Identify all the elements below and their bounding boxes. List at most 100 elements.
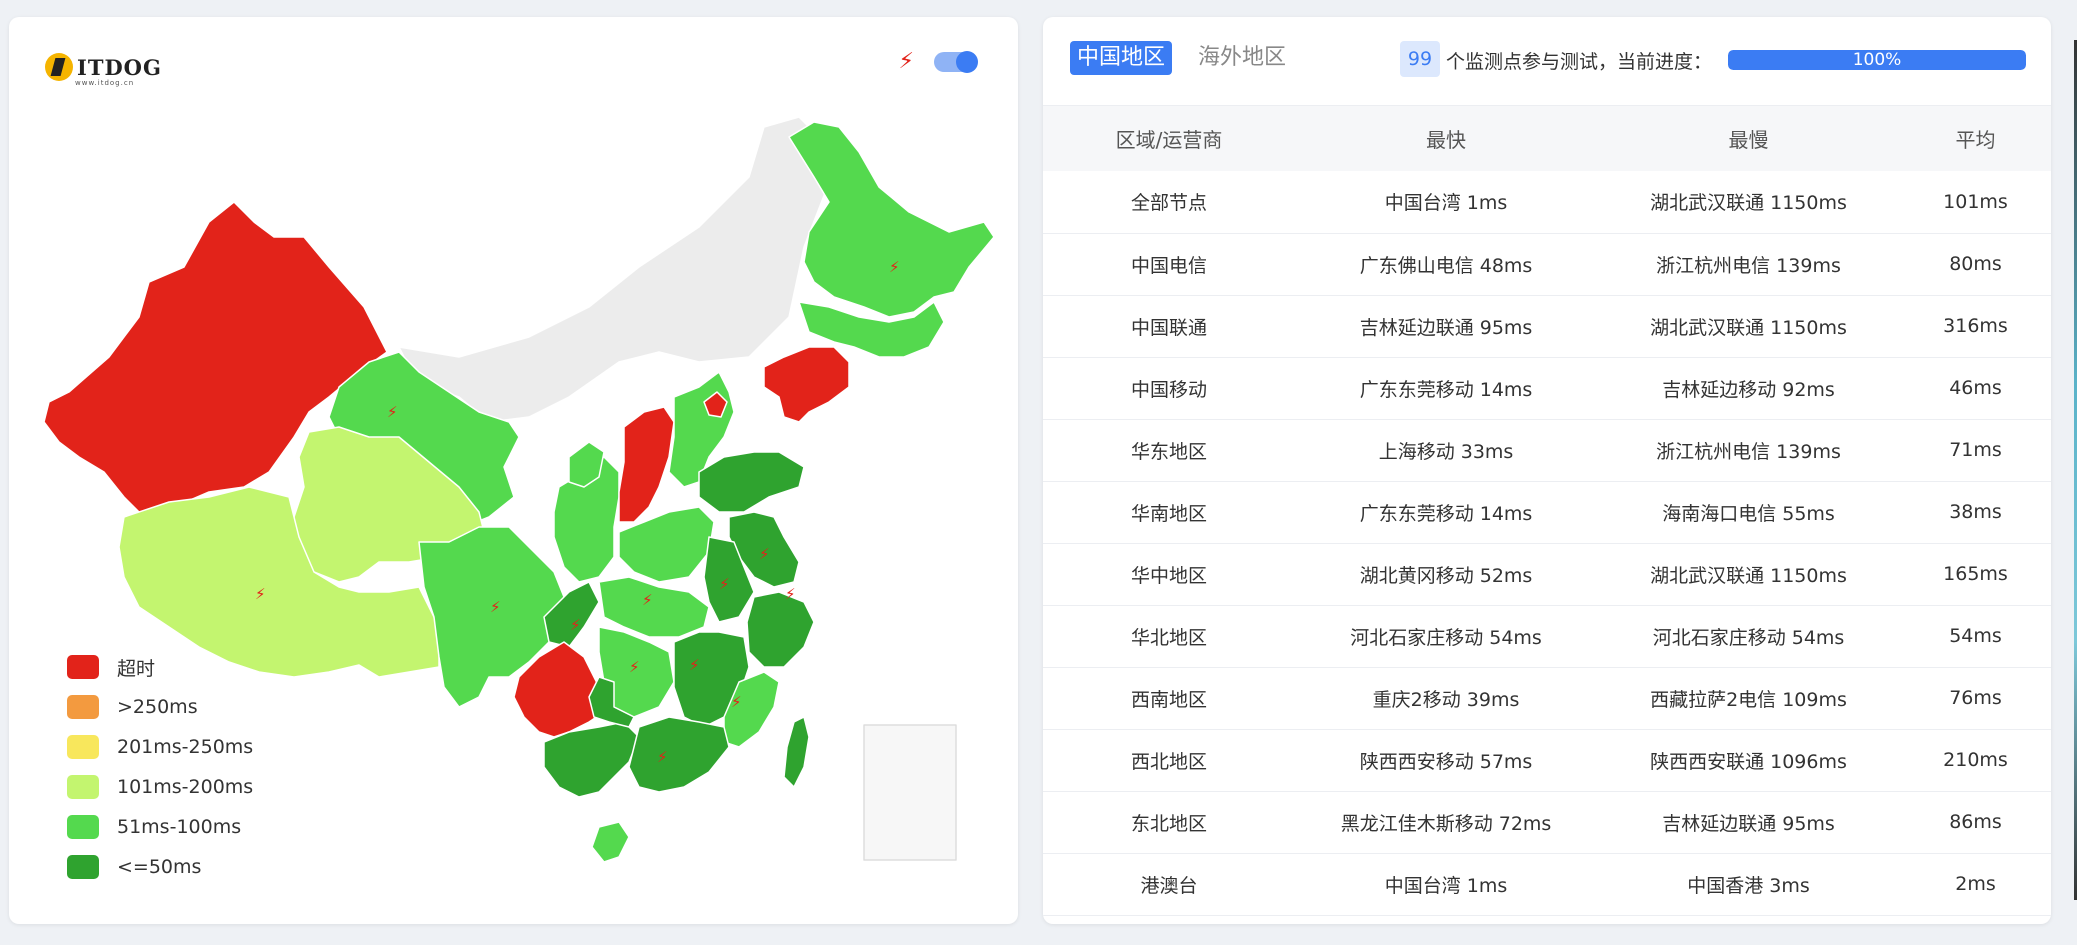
table-row: 华东地区 上海移动 33ms 浙江杭州电信 139ms 71ms [1043,419,2051,481]
node-marker-icon[interactable]: ⚡ [689,656,700,674]
cell-slowest: 河北石家庄移动 54ms [1652,626,1845,649]
node-marker-icon[interactable]: ⚡ [889,258,900,276]
legend-label: 201ms-250ms [117,736,254,758]
cell-region: 华东地区 [1130,440,1207,463]
legend-swatch [67,775,99,799]
cell-fastest: 中国台湾 1ms [1384,192,1508,215]
legend-label: 51ms-100ms [117,816,242,838]
cell-fastest: 中国台湾 1ms [1384,874,1508,897]
results-toolbar: 中国地区 海外地区 99 个监测点参与测试，当前进度： 100% [1043,17,2051,106]
legend-item[interactable]: <=50ms [67,847,253,887]
cell-average: 46ms [1949,377,2002,399]
cell-region: 港澳台 [1140,874,1198,897]
legend-swatch [67,735,99,759]
cell-region: 中国电信 [1130,254,1207,277]
cell-average: 165ms [1943,563,2008,585]
cell-slowest: 中国香港 3ms [1687,874,1810,897]
legend-label: >250ms [117,696,198,718]
region-taiwan[interactable] [783,716,810,788]
cell-region: 华中地区 [1130,564,1207,587]
legend-item[interactable]: 201ms-250ms [67,727,253,767]
legend-label: 101ms-200ms [117,776,254,798]
table-row: 中国电信 广东佛山电信 48ms 浙江杭州电信 139ms 80ms [1043,233,2051,295]
node-marker-icon[interactable]: ⚡ [387,403,398,421]
cell-fastest: 湖北黄冈移动 52ms [1359,564,1533,587]
region-guangdong[interactable] [628,716,730,793]
node-marker-icon[interactable]: ⚡ [570,616,581,634]
region-shanxi[interactable] [618,406,675,523]
legend-swatch [67,855,99,879]
monitor-count-badge: 99 [1400,41,1440,77]
node-marker-icon[interactable]: ⚡ [657,748,668,766]
cell-slowest: 湖北武汉联通 1150ms [1650,192,1847,215]
node-marker-icon[interactable]: ⚡ [759,545,770,563]
results-panel: 中国地区 海外地区 99 个监测点参与测试，当前进度： 100% 区域/运营商 … [1043,17,2051,924]
cell-average: 38ms [1949,501,2002,523]
cell-average: 76ms [1949,687,2002,709]
cell-slowest: 浙江杭州电信 139ms [1656,254,1841,277]
cell-average: 101ms [1943,190,2008,213]
node-marker-icon[interactable]: ⚡ [642,591,653,609]
cell-average: 54ms [1949,625,2002,647]
region-heilongjiang[interactable] [788,121,995,318]
cell-slowest: 吉林延边移动 92ms [1662,378,1835,401]
cell-fastest: 吉林延边联通 95ms [1359,316,1533,339]
tab-overseas-region[interactable]: 海外地区 [1191,41,1293,75]
cell-fastest: 上海移动 33ms [1378,440,1514,463]
cell-slowest: 海南海口电信 55ms [1662,502,1835,525]
cell-fastest: 广东东莞移动 14ms [1359,378,1533,401]
table-row: 港澳台 中国台湾 1ms 中国香港 3ms 2ms [1043,853,2051,915]
table-row: 西北地区 陕西西安移动 57ms 陕西西安联通 1096ms 210ms [1043,729,2051,791]
cell-average: 210ms [1943,749,2008,771]
table-row: 全部节点 中国台湾 1ms 湖北武汉联通 1150ms 101ms [1043,171,2051,233]
latency-legend: 超时 >250ms 201ms-250ms 101ms-200ms 51ms-100ms… [67,647,253,887]
cell-average: 71ms [1949,439,2002,461]
header-average: 平均 [1955,128,1996,152]
cell-region: 西南地区 [1130,688,1207,711]
cell-region: 东北地区 [1130,812,1207,835]
table-header-row: 区域/运营商 最快 最慢 平均 [1043,106,2051,171]
progress-fill: 100% [1728,50,2026,70]
node-marker-icon[interactable]: ⚡ [629,658,640,676]
legend-swatch [67,695,99,719]
legend-item[interactable]: 超时 [67,647,253,687]
progress-bar: 100% [1728,50,2026,70]
legend-item[interactable]: 101ms-200ms [67,767,253,807]
south-china-sea-inset [863,724,957,861]
monitor-progress-text: 个监测点参与测试，当前进度： [1446,51,1713,73]
header-region: 区域/运营商 [1115,128,1223,152]
legend-label: 超时 [117,657,156,680]
region-hubei[interactable] [598,576,710,638]
cell-fastest: 广东东莞移动 14ms [1359,502,1533,525]
header-fastest: 最快 [1426,128,1466,152]
node-marker-icon[interactable]: ⚡ [490,598,501,616]
cell-average: 80ms [1949,253,2002,275]
legend-item[interactable]: >250ms [67,687,253,727]
region-zhejiang[interactable] [746,591,815,668]
cell-fastest: 广东佛山电信 48ms [1359,254,1533,277]
tab-china-region[interactable]: 中国地区 [1070,41,1173,75]
node-marker-icon[interactable]: ⚡ [255,585,266,603]
node-marker-icon[interactable]: ⚡ [731,693,742,711]
cell-slowest: 吉林延边联通 95ms [1662,812,1835,835]
table-body: 全部节点 中国台湾 1ms 湖北武汉联通 1150ms 101ms 中国电信 广东佛山电信… [1043,171,2051,915]
cell-region: 中国联通 [1130,316,1207,339]
table-row: 华北地区 河北石家庄移动 54ms 河北石家庄移动 54ms 54ms [1043,605,2051,667]
cell-fastest: 黑龙江佳木斯移动 72ms [1340,812,1552,835]
latency-results-table: 区域/运营商 最快 最慢 平均 全部节点 中国台湾 1ms 湖北武汉联通 1150m… [1043,106,2051,916]
table-row: 华中地区 湖北黄冈移动 52ms 湖北武汉联通 1150ms 165ms [1043,543,2051,605]
cell-slowest: 湖北武汉联通 1150ms [1650,316,1847,339]
cell-average: 86ms [1949,811,2002,833]
region-hainan[interactable] [591,821,630,863]
node-marker-icon[interactable]: ⚡ [719,575,730,593]
cell-fastest: 重庆2移动 39ms [1372,688,1520,711]
region-shandong[interactable] [698,451,805,513]
cell-region: 中国移动 [1130,378,1207,401]
table-row: 华南地区 广东东莞移动 14ms 海南海口电信 55ms 38ms [1043,481,2051,543]
node-marker-icon[interactable]: ⚡ [785,585,796,603]
cell-fastest: 河北石家庄移动 54ms [1350,626,1542,649]
cell-average: 316ms [1943,315,2008,337]
legend-item[interactable]: 51ms-100ms [67,807,253,847]
region-liaoning[interactable] [763,346,850,423]
table-row: 中国联通 吉林延边联通 95ms 湖北武汉联通 1150ms 316ms [1043,295,2051,357]
